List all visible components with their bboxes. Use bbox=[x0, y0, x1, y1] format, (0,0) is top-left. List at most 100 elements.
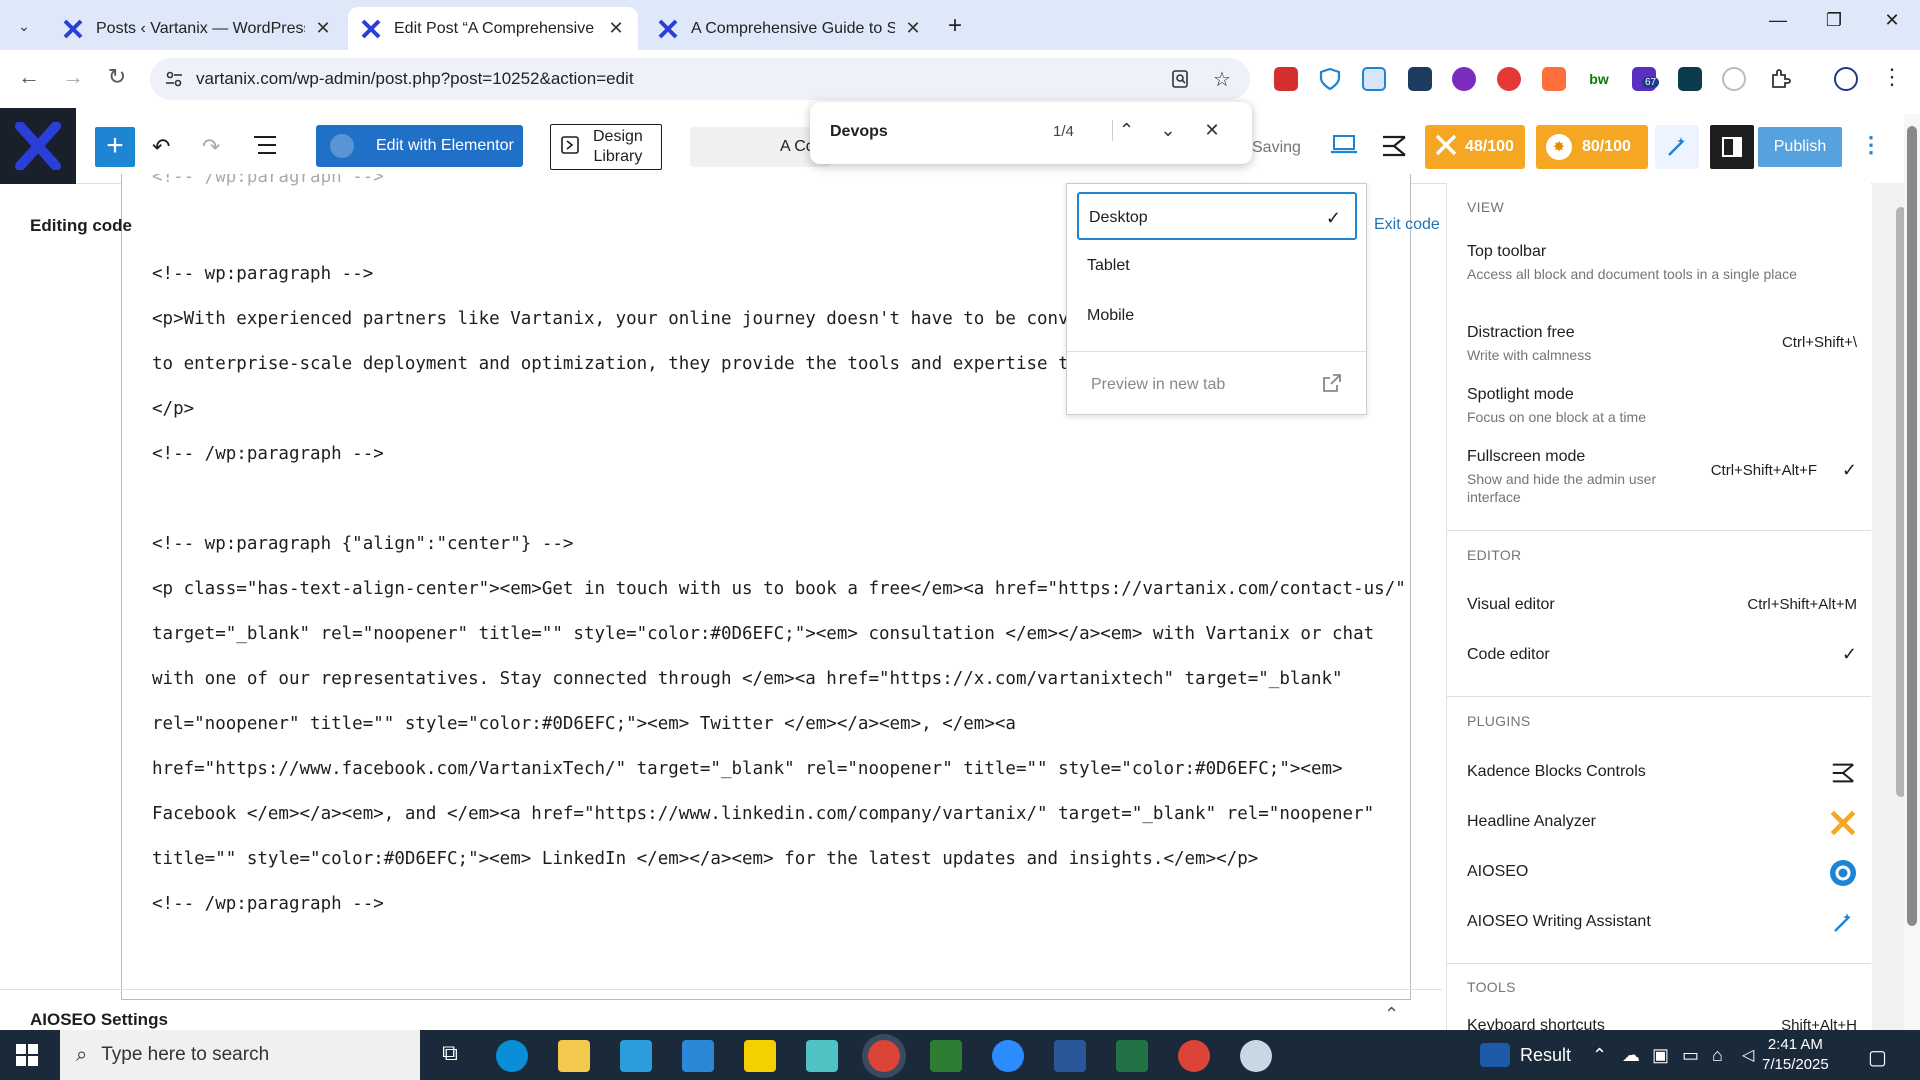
add-block-button[interactable]: + bbox=[95, 127, 135, 167]
close-tab-icon[interactable]: ✕ bbox=[313, 18, 333, 39]
sticky-notes-app-icon[interactable] bbox=[744, 1040, 776, 1072]
find-in-page-icon[interactable] bbox=[1168, 67, 1192, 91]
restore-icon[interactable]: ❐ bbox=[1814, 10, 1854, 31]
forward-icon[interactable]: → bbox=[58, 64, 88, 90]
chrome-app-icon[interactable] bbox=[868, 1040, 900, 1072]
exit-code-editor-link[interactable]: Exit code bbox=[1374, 216, 1440, 234]
bw-extension-icon[interactable]: bw bbox=[1587, 67, 1611, 91]
tab-edit-post[interactable]: Edit Post “A Comprehensive Gu ✕ bbox=[348, 7, 638, 50]
find-query-input[interactable]: Devops bbox=[830, 123, 888, 141]
device-option-tablet[interactable]: Tablet bbox=[1077, 242, 1357, 290]
profile-avatar-icon[interactable] bbox=[1834, 67, 1858, 91]
onedrive-icon[interactable]: ☁ bbox=[1622, 1045, 1640, 1066]
omnibox[interactable]: vartanix.com/wp-admin/post.php?post=1025… bbox=[150, 58, 1250, 100]
collapse-chevron-icon[interactable]: ⌃ bbox=[1384, 1004, 1399, 1025]
react-extension-icon[interactable] bbox=[1678, 67, 1702, 91]
redo-icon[interactable]: ↷ bbox=[202, 134, 220, 160]
word-app-icon[interactable] bbox=[1054, 1040, 1086, 1072]
top-toolbar-option[interactable]: Top toolbar Access all block and documen… bbox=[1467, 243, 1857, 283]
edit-with-elementor-button[interactable]: Edit with Elementor bbox=[316, 125, 523, 167]
bookmark-star-icon[interactable]: ☆ bbox=[1210, 67, 1234, 91]
tray-chevron-icon[interactable]: ⌃ bbox=[1592, 1045, 1607, 1066]
weather-text[interactable]: Result bbox=[1520, 1045, 1571, 1066]
notifications-icon[interactable]: ▢ bbox=[1868, 1045, 1887, 1070]
design-library-button[interactable]: Design Library bbox=[550, 124, 662, 170]
kadence-controls-icon[interactable] bbox=[1380, 134, 1408, 164]
site-logo-icon[interactable] bbox=[0, 108, 76, 184]
fullscreen-mode-option[interactable]: Fullscreen mode Show and hide the admin … bbox=[1467, 448, 1857, 506]
windows-start-icon[interactable] bbox=[16, 1044, 38, 1071]
page-scrollbar[interactable] bbox=[1904, 114, 1920, 1030]
reload-icon[interactable]: ↻ bbox=[102, 64, 132, 90]
snipping-app-icon[interactable] bbox=[1240, 1040, 1272, 1072]
device-option-desktop[interactable]: Desktop ✓ bbox=[1077, 192, 1357, 240]
find-close-icon[interactable]: ✕ bbox=[1200, 120, 1224, 141]
close-tab-icon[interactable]: ✕ bbox=[606, 18, 626, 39]
zoom-app-icon[interactable] bbox=[992, 1040, 1024, 1072]
site-info-icon[interactable] bbox=[164, 69, 184, 94]
plugin-aioseo-writing-assistant[interactable]: AIOSEO Writing Assistant bbox=[1467, 913, 1857, 932]
undo-icon[interactable]: ↶ bbox=[152, 134, 170, 160]
doc-extension-icon[interactable] bbox=[1362, 67, 1386, 91]
plugin-headline-analyzer[interactable]: Headline Analyzer bbox=[1467, 810, 1857, 836]
find-previous-icon[interactable]: ⌃ bbox=[1112, 120, 1136, 141]
excel-app-icon[interactable] bbox=[1116, 1040, 1148, 1072]
writing-assistant-button[interactable] bbox=[1655, 125, 1699, 169]
distraction-free-option[interactable]: Distraction free Write with calmness Ctr… bbox=[1467, 324, 1857, 364]
extensions-puzzle-icon[interactable] bbox=[1768, 67, 1792, 91]
taskbar-search-box[interactable]: ⌕ Type here to search bbox=[60, 1030, 420, 1080]
preview-device-icon[interactable] bbox=[1330, 134, 1358, 162]
scrollbar-thumb[interactable] bbox=[1907, 126, 1917, 926]
teal-app-icon[interactable] bbox=[806, 1040, 838, 1072]
preview-new-tab-item[interactable]: Preview in new tab bbox=[1091, 376, 1225, 394]
network-icon[interactable]: ⌂ bbox=[1712, 1045, 1723, 1066]
pen-app-icon[interactable] bbox=[930, 1040, 962, 1072]
find-next-icon[interactable]: ⌄ bbox=[1156, 120, 1180, 141]
shield-extension-icon[interactable] bbox=[1318, 67, 1342, 91]
plugin-kadence-blocks-controls[interactable]: Kadence Blocks Controls bbox=[1467, 763, 1857, 783]
spotlight-mode-option[interactable]: Spotlight mode Focus on one block at a t… bbox=[1467, 386, 1857, 426]
chrome-profile-app-icon[interactable] bbox=[1178, 1040, 1210, 1072]
close-tab-icon[interactable]: ✕ bbox=[903, 18, 923, 39]
task-view-icon[interactable]: ⧉ bbox=[434, 1040, 466, 1072]
aioseo-settings-heading[interactable]: AIOSEO Settings bbox=[30, 1010, 168, 1030]
file-explorer-app-icon[interactable] bbox=[558, 1040, 590, 1072]
document-title-bar[interactable]: A Co bbox=[690, 127, 830, 167]
aioseo-score-button[interactable]: ✸ 80/100 bbox=[1536, 125, 1648, 169]
device-option-mobile[interactable]: Mobile bbox=[1077, 292, 1357, 340]
back-icon[interactable]: ← bbox=[14, 64, 44, 90]
compass-extension-icon[interactable] bbox=[1722, 67, 1746, 91]
tab-posts[interactable]: Posts ‹ Vartanix — WordPress ✕ bbox=[50, 7, 345, 50]
document-overview-icon[interactable] bbox=[252, 134, 278, 162]
keyboard-shortcuts-option[interactable]: Keyboard shortcuts Shift+Alt+H bbox=[1467, 1017, 1857, 1030]
minimize-icon[interactable]: — bbox=[1758, 10, 1798, 31]
security-icon[interactable]: ▣ bbox=[1652, 1045, 1669, 1066]
publish-button[interactable]: Publish bbox=[1758, 127, 1842, 167]
browser-menu-icon[interactable]: ⋮ bbox=[1880, 64, 1904, 89]
options-menu-icon[interactable]: ⋮ bbox=[1860, 132, 1882, 158]
option-label: Kadence Blocks Controls bbox=[1467, 763, 1646, 780]
store-app-icon[interactable] bbox=[620, 1040, 652, 1072]
headline-score-button[interactable]: 48/100 bbox=[1425, 125, 1525, 169]
colorful-extension-icon[interactable] bbox=[1452, 67, 1476, 91]
tab-guide[interactable]: A Comprehensive Guide to Stra ✕ bbox=[645, 7, 935, 50]
close-window-icon[interactable]: ✕ bbox=[1872, 10, 1912, 31]
orange-extension-icon[interactable] bbox=[1542, 67, 1566, 91]
visual-editor-option[interactable]: Visual editor Ctrl+Shift+Alt+M bbox=[1467, 596, 1857, 614]
plugin-aioseo[interactable]: AIOSEO bbox=[1467, 860, 1857, 886]
code-editor-option[interactable]: Code editor ✓ bbox=[1467, 644, 1857, 664]
mail-app-icon[interactable] bbox=[682, 1040, 714, 1072]
volume-icon[interactable]: ◁ bbox=[1742, 1045, 1754, 1065]
system-clock[interactable]: 2:41 AM 7/15/2025 bbox=[1762, 1035, 1829, 1075]
acrobat-extension-icon[interactable] bbox=[1274, 67, 1298, 91]
folder-extension-icon[interactable] bbox=[1408, 67, 1432, 91]
badge-extension-icon[interactable]: 67 bbox=[1632, 67, 1660, 91]
weather-icon[interactable] bbox=[1480, 1043, 1510, 1067]
device-option-label: Mobile bbox=[1087, 307, 1135, 324]
pokeball-extension-icon[interactable] bbox=[1497, 67, 1521, 91]
edge-app-icon[interactable] bbox=[496, 1040, 528, 1072]
settings-sidebar-toggle[interactable] bbox=[1710, 125, 1754, 169]
tab-search-dropdown-icon[interactable]: ⌄ bbox=[10, 12, 38, 40]
battery-icon[interactable]: ▭ bbox=[1682, 1045, 1699, 1066]
new-tab-icon[interactable]: + bbox=[948, 12, 962, 40]
